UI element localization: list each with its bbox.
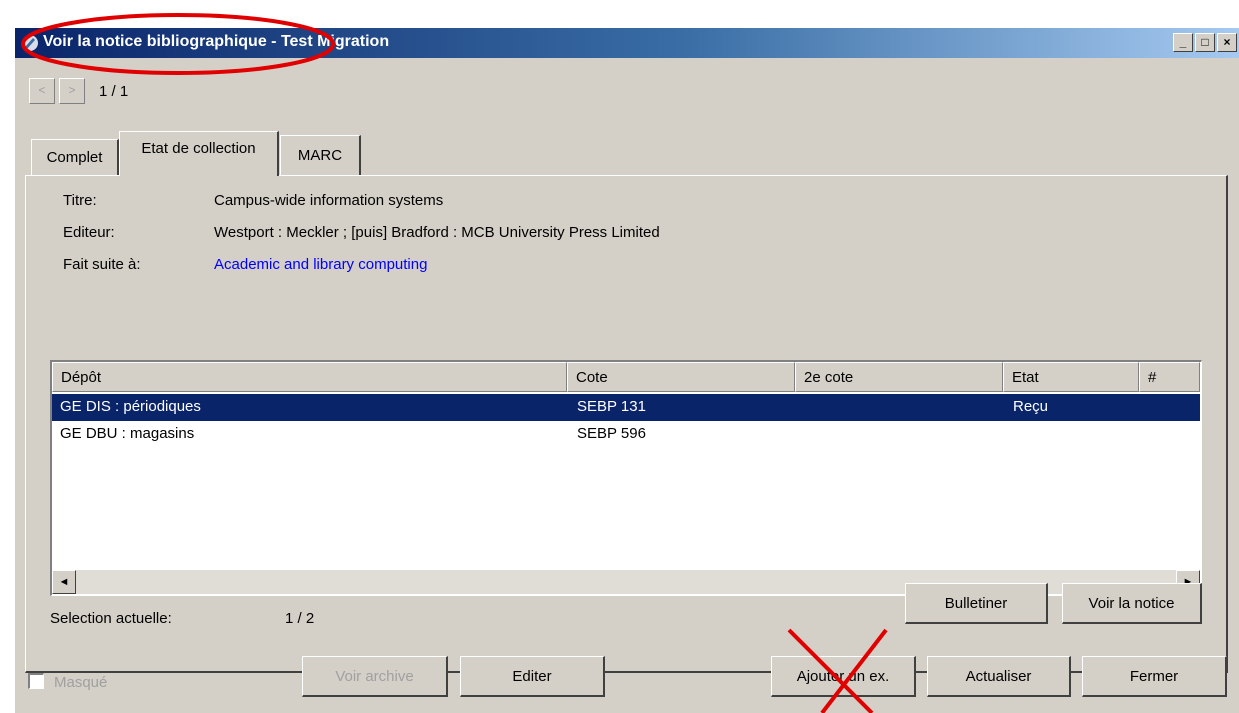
scroll-left-button[interactable]: ◄ <box>52 570 76 594</box>
fermer-button[interactable]: Fermer <box>1082 656 1227 697</box>
table-row[interactable]: GE DBU : magasins SEBP 596 <box>52 421 1200 448</box>
title-label: Titre: <box>63 192 97 209</box>
selection-value: 1 / 2 <box>285 610 315 627</box>
maximize-button[interactable]: □ <box>1195 33 1215 52</box>
previous-record-button[interactable]: < <box>29 78 55 104</box>
column-header-count[interactable]: # <box>1139 362 1200 392</box>
tab-complet[interactable]: Complet <box>31 139 119 175</box>
cell-depot: GE DIS : périodiques <box>60 398 201 415</box>
voir-notice-button[interactable]: Voir la notice <box>1062 583 1202 624</box>
minimize-button[interactable]: _ <box>1173 33 1193 52</box>
app-icon <box>22 35 38 51</box>
column-header-depot[interactable]: Dépôt <box>52 362 567 392</box>
notice-window: Voir la notice bibliographique - Test Mi… <box>14 28 1239 713</box>
column-header-cote2[interactable]: 2e cote <box>795 362 1003 392</box>
voir-archive-button[interactable]: Voir archive <box>302 656 448 697</box>
next-record-button[interactable]: > <box>59 78 85 104</box>
cell-cote: SEBP 131 <box>577 398 646 415</box>
column-header-cote[interactable]: Cote <box>567 362 795 392</box>
cell-cote: SEBP 596 <box>577 425 646 442</box>
column-header-etat[interactable]: Etat <box>1003 362 1139 392</box>
title-bar[interactable]: Voir la notice bibliographique - Test Mi… <box>15 28 1239 58</box>
ajouter-exemplaire-button[interactable]: Ajouter un ex. <box>771 656 916 697</box>
close-button[interactable]: × <box>1217 33 1237 52</box>
title-value: Campus-wide information systems <box>214 192 444 209</box>
window-title: Voir la notice bibliographique - Test Mi… <box>43 33 390 50</box>
masque-checkbox[interactable] <box>28 673 44 689</box>
cell-depot: GE DBU : magasins <box>60 425 195 442</box>
tab-marc[interactable]: MARC <box>280 135 361 175</box>
masque-label: Masqué <box>54 674 108 691</box>
table-row[interactable]: GE DIS : périodiques SEBP 131 Reçu <box>52 394 1200 421</box>
continues-link[interactable]: Academic and library computing <box>214 256 427 273</box>
record-counter: 1 / 1 <box>99 83 129 100</box>
continues-label: Fait suite à: <box>63 256 141 273</box>
actualiser-button[interactable]: Actualiser <box>927 656 1071 697</box>
tab-etat-de-collection[interactable]: Etat de collection <box>119 131 279 176</box>
cell-etat: Reçu <box>1013 398 1049 415</box>
editer-button[interactable]: Editer <box>460 656 605 697</box>
publisher-value: Westport : Meckler ; [puis] Bradford : M… <box>214 224 660 241</box>
bulletiner-button[interactable]: Bulletiner <box>905 583 1048 624</box>
selection-label: Selection actuelle: <box>50 610 172 627</box>
holdings-table: Dépôt Cote 2e cote Etat # GE DIS : pério… <box>50 360 1202 596</box>
publisher-label: Editeur: <box>63 224 115 241</box>
